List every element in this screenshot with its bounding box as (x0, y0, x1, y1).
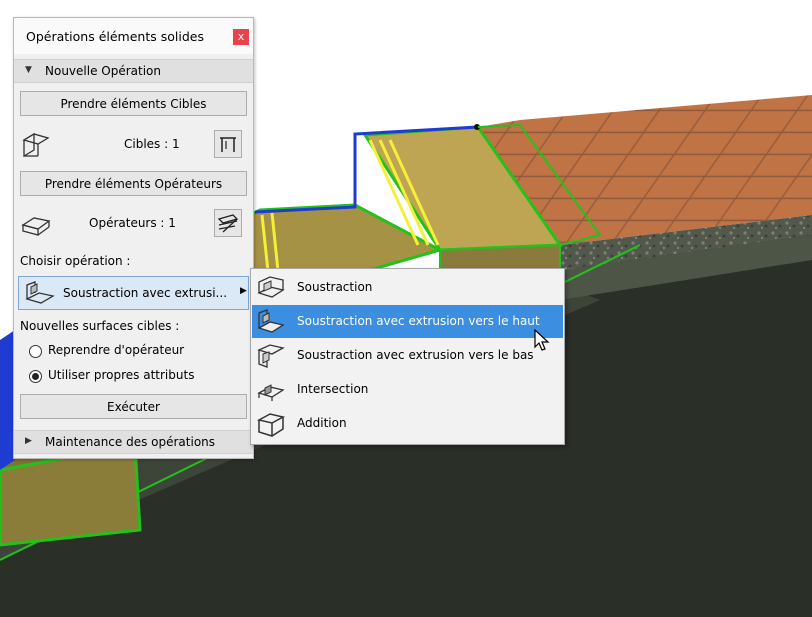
panel-title: Opérations éléments solides (26, 29, 204, 44)
execute-button[interactable]: Exécuter (20, 394, 247, 419)
expand-down-icon: ▼ (25, 65, 32, 75)
addition-icon (256, 413, 286, 437)
take-operators-button[interactable]: Prendre éléments Opérateurs (20, 171, 247, 196)
submenu-arrow-icon: ▶ (240, 286, 247, 296)
menu-item-label: Addition (297, 416, 347, 430)
show-targets-button[interactable] (214, 130, 242, 158)
radio-take-from-operator-label: Reprendre d'opérateur (48, 343, 185, 357)
table-frame-icon (220, 137, 236, 152)
target-element-icon (22, 132, 50, 158)
radio-button-off[interactable] (29, 345, 42, 358)
radio-button-on[interactable] (29, 370, 42, 383)
radio-own-attributes-label: Utiliser propres attributs (48, 368, 195, 382)
menu-item-intersection[interactable]: Intersection (252, 373, 563, 406)
menu-item-label: Soustraction (297, 280, 373, 294)
operators-count: Opérateurs : 1 (89, 216, 176, 230)
menu-item-subtraction-upward[interactable]: Soustraction avec extrusion vers le haut (252, 305, 563, 338)
operation-dropdown[interactable]: Soustraction avec extrusi... ▶ (18, 276, 249, 310)
operator-slab-icon (217, 214, 239, 233)
mouse-pointer-icon (534, 329, 550, 351)
section-maintenance-label: Maintenance des opérations (45, 435, 216, 449)
menu-item-label: Soustraction avec extrusion vers le haut (297, 314, 540, 328)
menu-item-label: Intersection (297, 382, 369, 396)
intersection-icon (257, 384, 285, 401)
menu-item-addition[interactable]: Addition (252, 407, 563, 440)
operation-menu: Soustraction Soustraction avec extrusion… (250, 268, 565, 445)
show-operators-button[interactable] (214, 209, 242, 237)
menu-item-label: Soustraction avec extrusion vers le bas (297, 348, 534, 362)
section-new-operation-label: Nouvelle Opération (45, 64, 161, 78)
subtraction-upward-icon (257, 309, 285, 333)
close-button[interactable]: x (233, 29, 249, 45)
take-targets-button[interactable]: Prendre éléments Cibles (20, 91, 247, 116)
subtraction-upward-icon (25, 281, 55, 304)
targets-count: Cibles : 1 (124, 137, 180, 151)
operation-selected-value: Soustraction avec extrusi... (63, 286, 228, 300)
operator-element-icon (21, 217, 51, 236)
solid-operations-panel: Opérations éléments solides x ▼ Nouvelle… (13, 17, 254, 459)
choose-operation-label: Choisir opération : (20, 254, 131, 268)
section-new-operation[interactable]: ▼ Nouvelle Opération (14, 59, 253, 83)
subtraction-downward-icon (257, 344, 285, 368)
menu-item-subtraction-downward[interactable]: Soustraction avec extrusion vers le bas (252, 339, 563, 372)
expand-right-icon: ▶ (25, 436, 32, 446)
menu-item-subtraction[interactable]: Soustraction (252, 271, 563, 304)
subtraction-icon (257, 276, 285, 298)
panel-titlebar[interactable]: Opérations éléments solides x (14, 18, 253, 54)
section-maintenance[interactable]: ▶ Maintenance des opérations (14, 430, 253, 454)
new-surfaces-label: Nouvelles surfaces cibles : (20, 319, 180, 333)
